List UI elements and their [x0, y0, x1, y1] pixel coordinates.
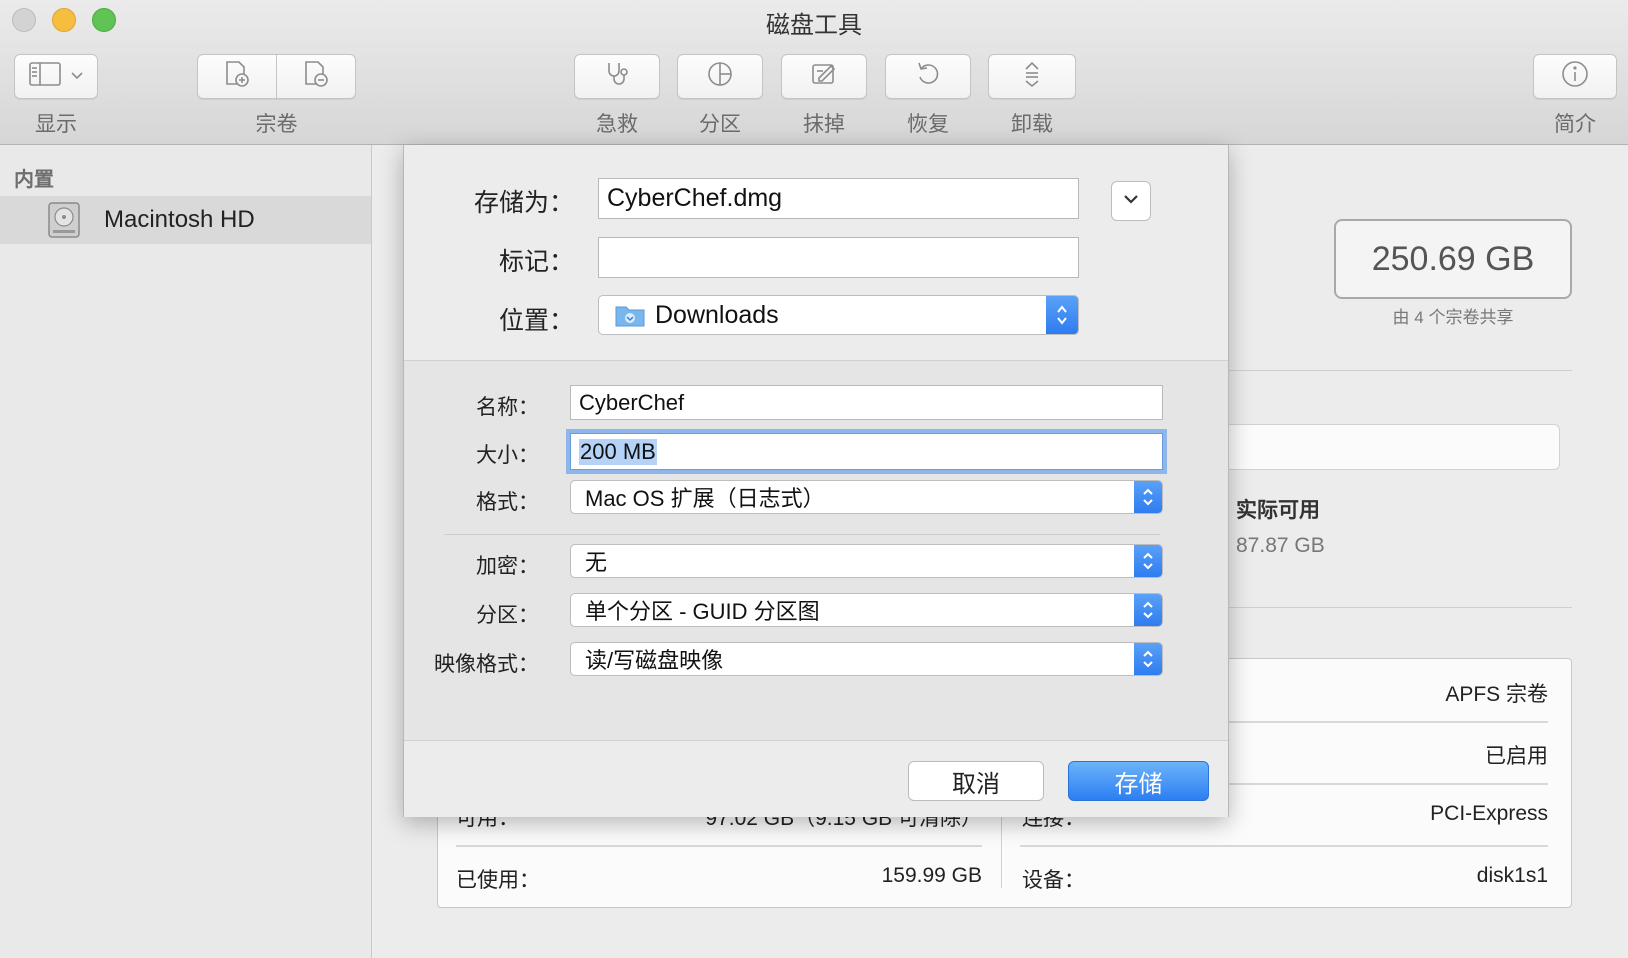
- format-label: 格式：: [476, 491, 539, 514]
- where-label: 位置：: [498, 307, 574, 335]
- tags-label: 标记：: [498, 248, 574, 276]
- save-location-section: 存储为： CyberChef.dmg 标记： 位置： Downloads: [404, 145, 1228, 361]
- add-volume-icon: [222, 59, 252, 94]
- image-format-popup[interactable]: 读/写磁盘映像: [570, 642, 1163, 676]
- unmount-button[interactable]: [988, 54, 1076, 99]
- info-button[interactable]: [1533, 54, 1617, 99]
- usage-bar: [1220, 424, 1560, 470]
- popup-arrows-icon: [1134, 545, 1162, 577]
- partition-label: 分区: [699, 113, 741, 136]
- save-image-sheet: 存储为： CyberChef.dmg 标记： 位置： Downloads 名称：…: [403, 145, 1229, 817]
- info-label: 简介: [1554, 113, 1596, 136]
- encryption-popup[interactable]: 无: [570, 544, 1163, 578]
- sidebar-section-internal: 内置: [14, 169, 54, 191]
- popup-arrows-icon: [1046, 296, 1078, 334]
- add-volume-button[interactable]: [197, 54, 277, 99]
- view-menu-button[interactable]: [14, 54, 98, 99]
- volume-label: 宗卷: [255, 113, 298, 136]
- size-label: 大小：: [476, 444, 539, 467]
- expand-dialog-button[interactable]: [1111, 181, 1151, 221]
- format-popup[interactable]: Mac OS 扩展（日志式）: [570, 480, 1163, 514]
- where-popup[interactable]: Downloads: [598, 295, 1079, 335]
- tags-field[interactable]: [598, 237, 1079, 278]
- available-label: 实际可用: [1236, 499, 1320, 522]
- divider: [1229, 607, 1572, 608]
- popup-arrows-icon: [1134, 481, 1162, 513]
- stethoscope-icon: [602, 59, 632, 94]
- window-title: 磁盘工具: [766, 12, 862, 39]
- image-format-label: 映像格式：: [434, 653, 539, 676]
- device-label: 设备：: [1022, 869, 1085, 892]
- partition-button[interactable]: [677, 54, 763, 99]
- view-label: 显示: [35, 113, 77, 136]
- owners-value: 已启用: [1485, 745, 1548, 768]
- eject-icon: [1017, 59, 1047, 94]
- partitions-value: 单个分区 - GUID 分区图: [585, 599, 820, 624]
- title-bar: 磁盘工具 显示 宗卷 急救 分区 抹掉 恢复 卸载 简介: [0, 0, 1628, 145]
- encryption-label: 加密：: [476, 555, 539, 578]
- sidebar-item-macintosh-hd[interactable]: Macintosh HD: [0, 196, 371, 244]
- capacity-display: 250.69 GB: [1334, 219, 1572, 299]
- partition-pie-icon: [705, 59, 735, 94]
- image-format-value: 读/写磁盘映像: [585, 648, 724, 673]
- cancel-button[interactable]: 取消: [908, 761, 1044, 801]
- sidebar: 内置 Macintosh HD: [0, 145, 372, 958]
- restore-label: 恢复: [907, 113, 949, 136]
- options-divider: [444, 534, 1160, 535]
- partitions-label: 分区：: [476, 604, 539, 627]
- info-icon: [1560, 59, 1590, 94]
- name-label: 名称：: [476, 396, 539, 419]
- popup-arrows-icon: [1134, 643, 1162, 675]
- used-label: 已使用：: [456, 869, 540, 892]
- chevron-down-icon: [70, 68, 84, 86]
- restore-button[interactable]: [885, 54, 971, 99]
- size-value-selected: 200 MB: [579, 438, 657, 465]
- erase-button[interactable]: [781, 54, 867, 99]
- remove-volume-button[interactable]: [276, 54, 356, 99]
- device-value: disk1s1: [1476, 864, 1548, 887]
- where-value: Downloads: [655, 300, 779, 329]
- downloads-folder-icon: [615, 303, 645, 327]
- capacity-shared-text: 由 4 个宗卷共享: [1392, 308, 1514, 327]
- erase-label: 抹掉: [803, 113, 845, 136]
- row-divider: [1020, 845, 1548, 847]
- available-value: 87.87 GB: [1236, 534, 1325, 557]
- row-divider: [456, 845, 982, 847]
- chevron-down-icon: [1122, 192, 1140, 210]
- hard-disk-icon: [48, 202, 80, 238]
- remove-volume-icon: [301, 59, 331, 94]
- unmount-label: 卸载: [1011, 113, 1053, 136]
- erase-icon: [809, 59, 839, 94]
- popup-arrows-icon: [1134, 594, 1162, 626]
- connection-value: PCI-Express: [1430, 802, 1548, 825]
- first-aid-label: 急救: [596, 113, 638, 136]
- restore-icon: [913, 59, 943, 94]
- save-as-label: 存储为：: [473, 189, 574, 217]
- name-field[interactable]: CyberChef: [570, 385, 1163, 420]
- image-options-section: 名称： CyberChef 大小： 200 MB 格式： Mac OS 扩展（日…: [404, 361, 1228, 741]
- encryption-value: 无: [585, 550, 608, 575]
- partitions-popup[interactable]: 单个分区 - GUID 分区图: [570, 593, 1163, 627]
- type-value: APFS 宗卷: [1445, 683, 1548, 706]
- used-value: 159.99 GB: [881, 864, 982, 887]
- format-value: Mac OS 扩展（日志式）: [585, 486, 825, 511]
- size-field[interactable]: 200 MB: [570, 433, 1163, 470]
- save-button[interactable]: 存储: [1068, 761, 1209, 801]
- sidebar-item-label: Macintosh HD: [104, 206, 255, 233]
- save-as-field[interactable]: CyberChef.dmg: [598, 178, 1079, 219]
- divider: [1229, 370, 1572, 371]
- first-aid-button[interactable]: [574, 54, 660, 99]
- sidebar-icon: [28, 61, 62, 92]
